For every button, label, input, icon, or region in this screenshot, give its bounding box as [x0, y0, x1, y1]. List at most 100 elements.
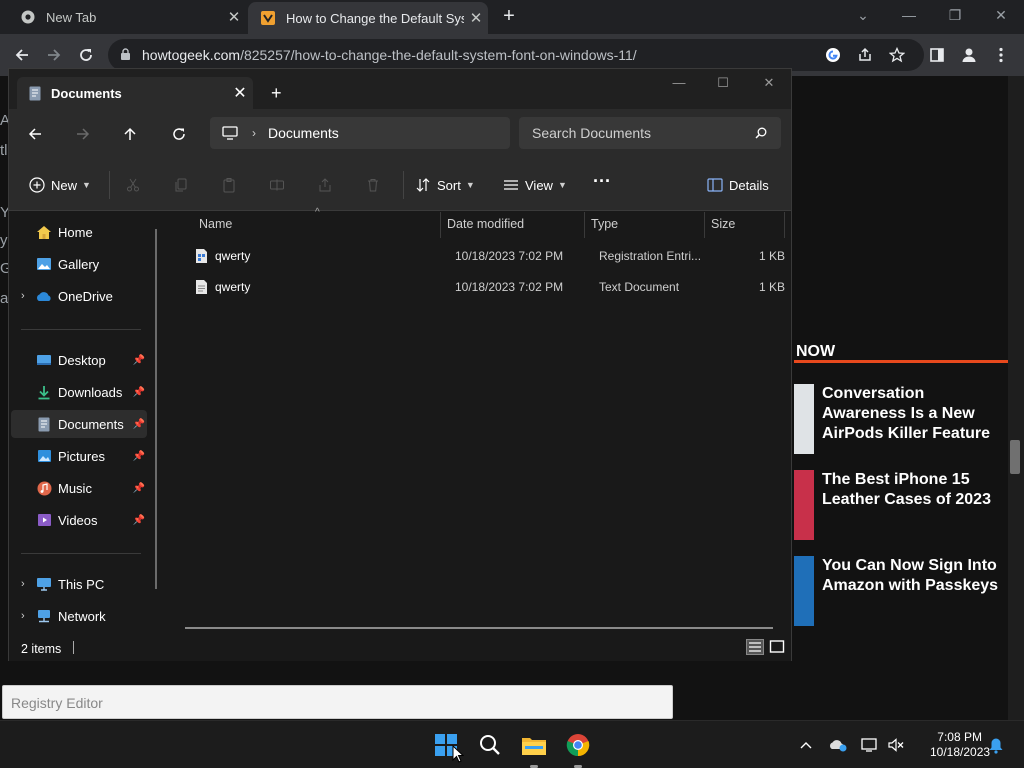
file-name: qwerty — [215, 249, 251, 263]
sidebar-item-pictures[interactable]: Pictures 📌 — [11, 442, 147, 470]
sidebar-item-documents[interactable]: Documents 📌 — [11, 410, 147, 438]
close-window-button[interactable]: ✕ — [749, 75, 789, 95]
close-window-button[interactable]: ✕ — [978, 4, 1024, 28]
column-header-type[interactable]: Type — [591, 217, 618, 231]
mouse-cursor-icon — [452, 745, 464, 763]
sidebar-item-network[interactable]: › Network — [11, 602, 147, 630]
chevron-right-icon[interactable]: › — [252, 126, 256, 140]
article-title[interactable]: You Can Now Sign Into Amazon with Passke… — [822, 556, 1010, 596]
article-thumbnail — [794, 556, 814, 626]
file-row[interactable]: qwerty 10/18/2023 7:02 PM Registration E… — [185, 241, 785, 271]
file-explorer-taskbar-button[interactable] — [516, 727, 552, 763]
close-tab-icon[interactable]: ✕ — [227, 83, 253, 103]
large-icons-view-icon[interactable] — [769, 639, 785, 655]
notification-bell-icon[interactable] — [986, 735, 1006, 755]
chrome-taskbar-button[interactable] — [560, 727, 596, 763]
paste-button[interactable] — [221, 173, 243, 197]
maximize-button[interactable]: ☐ — [703, 75, 743, 95]
sidebar-item-music[interactable]: Music 📌 — [11, 474, 147, 502]
column-header-date[interactable]: Date modified — [447, 217, 524, 231]
share-icon[interactable] — [852, 42, 878, 68]
tab-search-icon[interactable]: ⌄ — [840, 4, 886, 28]
close-tab-icon[interactable]: ✕ — [464, 9, 488, 27]
article-card[interactable]: The Best iPhone 15 Leather Cases of 2023 — [794, 470, 1008, 540]
search-input[interactable]: Search Documents — [519, 117, 781, 149]
page-scrollbar-thumb[interactable] — [1010, 440, 1020, 474]
address-bar[interactable]: howtogeek.com/825257/how-to-change-the-d… — [108, 39, 924, 71]
column-header-name[interactable]: Name — [199, 217, 232, 231]
sidebar-item-videos[interactable]: Videos 📌 — [11, 506, 147, 534]
forward-button[interactable] — [41, 42, 67, 68]
search-button[interactable] — [472, 727, 508, 763]
explorer-tab[interactable]: Documents ✕ — [17, 77, 253, 109]
back-button[interactable] — [9, 42, 35, 68]
tab-howtogeek[interactable]: How to Change the Default System ✕ — [248, 2, 488, 34]
show-hidden-icons-chevron-icon[interactable] — [796, 735, 816, 755]
article-title[interactable]: Conversation Awareness Is a New AirPods … — [822, 384, 1010, 444]
side-panel-icon[interactable] — [924, 42, 950, 68]
sidebar-item-downloads[interactable]: Downloads 📌 — [11, 378, 147, 406]
details-view-icon[interactable] — [746, 639, 764, 655]
sidebar-scrollbar[interactable] — [155, 229, 157, 589]
column-separator[interactable] — [584, 212, 585, 238]
article-title[interactable]: The Best iPhone 15 Leather Cases of 2023 — [822, 470, 1010, 510]
pin-icon: 📌 — [132, 354, 145, 366]
minimize-button[interactable]: — — [659, 75, 699, 95]
article-card[interactable]: Conversation Awareness Is a New AirPods … — [794, 384, 1008, 454]
section-label: NOW — [796, 343, 836, 360]
profile-icon[interactable] — [956, 42, 982, 68]
google-lens-icon[interactable] — [820, 42, 846, 68]
tab-new-tab[interactable]: New Tab ✕ — [8, 0, 246, 34]
back-button[interactable] — [21, 121, 49, 147]
up-button[interactable] — [116, 121, 144, 147]
minimize-button[interactable]: — — [886, 4, 932, 28]
chrome-menu-icon[interactable] — [988, 42, 1014, 68]
onedrive-tray-icon[interactable] — [828, 735, 848, 755]
forward-button[interactable] — [69, 121, 97, 147]
page-scrollbar[interactable] — [1008, 76, 1024, 720]
breadcrumb-documents[interactable]: Documents — [268, 125, 339, 141]
volume-muted-icon[interactable] — [886, 735, 906, 755]
new-tab-button[interactable]: + — [271, 83, 282, 104]
copy-button[interactable] — [173, 173, 195, 197]
new-button[interactable]: New ▼ — [29, 173, 91, 197]
column-header-size[interactable]: Size — [711, 217, 735, 231]
column-separator[interactable] — [440, 212, 441, 238]
delete-button[interactable] — [365, 173, 387, 197]
search-icon — [480, 735, 500, 755]
expand-chevron-icon[interactable]: › — [21, 290, 35, 302]
share-button[interactable] — [317, 173, 339, 197]
more-options-button[interactable]: ··· — [593, 169, 611, 193]
sidebar-item-gallery[interactable]: Gallery — [11, 250, 147, 278]
column-separator[interactable] — [704, 212, 705, 238]
pin-icon: 📌 — [132, 482, 145, 494]
restore-button[interactable]: ❐ — [932, 4, 978, 28]
sort-button[interactable]: Sort ▼ — [415, 173, 475, 197]
refresh-button[interactable] — [165, 121, 193, 147]
article-card[interactable]: You Can Now Sign Into Amazon with Passke… — [794, 556, 1008, 626]
sidebar-item-this-pc[interactable]: › This PC — [11, 570, 147, 598]
close-tab-icon[interactable]: ✕ — [222, 8, 246, 26]
chevron-down-icon: ▼ — [82, 180, 91, 190]
file-row[interactable]: qwerty 10/18/2023 7:02 PM Text Document … — [185, 272, 785, 302]
expand-chevron-icon[interactable]: › — [21, 610, 35, 622]
clock[interactable]: 7:08 PM 10/18/2023 — [930, 730, 990, 760]
documents-icon — [35, 416, 53, 432]
reload-button[interactable] — [73, 42, 99, 68]
horizontal-scrollbar[interactable] — [185, 627, 773, 629]
network-tray-icon[interactable] — [860, 735, 880, 755]
sidebar-item-desktop[interactable]: Desktop 📌 — [11, 346, 147, 374]
rename-button[interactable] — [269, 173, 291, 197]
explorer-nav-bar: › Documents Search Documents — [9, 109, 791, 159]
address-bar[interactable]: › Documents — [210, 117, 510, 149]
sidebar-item-onedrive[interactable]: › OneDrive — [11, 282, 147, 310]
cut-button[interactable] — [125, 173, 147, 197]
start-search-input[interactable]: Registry Editor — [2, 685, 673, 719]
view-button[interactable]: View ▼ — [503, 173, 567, 197]
expand-chevron-icon[interactable]: › — [21, 578, 35, 590]
bookmark-star-icon[interactable] — [884, 42, 910, 68]
column-separator[interactable] — [784, 212, 785, 238]
new-tab-button[interactable]: + — [498, 6, 520, 28]
sidebar-item-home[interactable]: Home — [11, 218, 147, 246]
details-button[interactable]: Details — [707, 173, 769, 197]
